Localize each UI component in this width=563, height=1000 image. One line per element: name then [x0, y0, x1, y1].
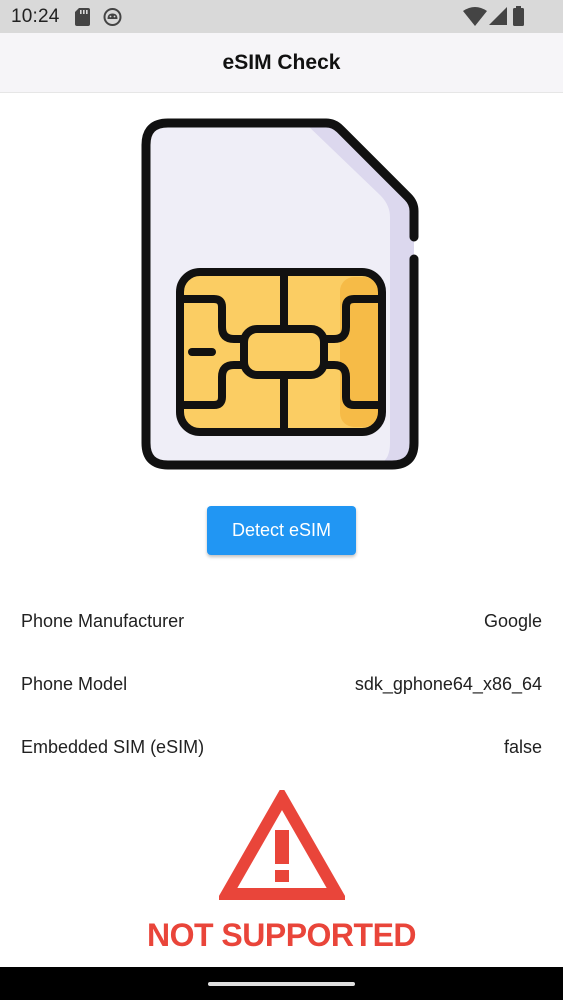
app-screen: 10:24 eSIM Check Detect eSIM Phone Manuf… — [0, 0, 563, 1000]
status-time: 10:24 — [11, 6, 60, 27]
app-title: eSIM Check — [222, 51, 341, 74]
detect-esim-button[interactable]: Detect eSIM — [207, 506, 356, 555]
navigation-bar — [0, 967, 563, 1000]
warning-triangle-icon — [219, 790, 345, 900]
info-value: false — [503, 737, 542, 757]
info-row-esim: Embedded SIM (eSIM) false — [21, 737, 542, 763]
wifi-icon — [463, 7, 487, 26]
android-debug-icon — [103, 8, 122, 26]
home-gesture-handle[interactable] — [208, 982, 355, 986]
sim-card-icon — [141, 118, 419, 470]
sd-card-icon — [75, 8, 90, 26]
info-row-model: Phone Model sdk_gphone64_x86_64 — [21, 674, 542, 700]
info-label: Phone Model — [21, 674, 128, 694]
info-label: Embedded SIM (eSIM) — [21, 737, 205, 757]
signal-icon — [489, 7, 507, 25]
app-bar: eSIM Check — [0, 33, 563, 93]
not-supported-text: NOT SUPPORTED — [146, 917, 417, 953]
battery-icon — [513, 6, 524, 26]
info-value: sdk_gphone64_x86_64 — [354, 674, 542, 694]
info-label: Phone Manufacturer — [21, 611, 185, 631]
info-row-manufacturer: Phone Manufacturer Google — [21, 611, 542, 637]
status-bar: 10:24 — [0, 0, 563, 33]
info-value: Google — [483, 611, 542, 631]
